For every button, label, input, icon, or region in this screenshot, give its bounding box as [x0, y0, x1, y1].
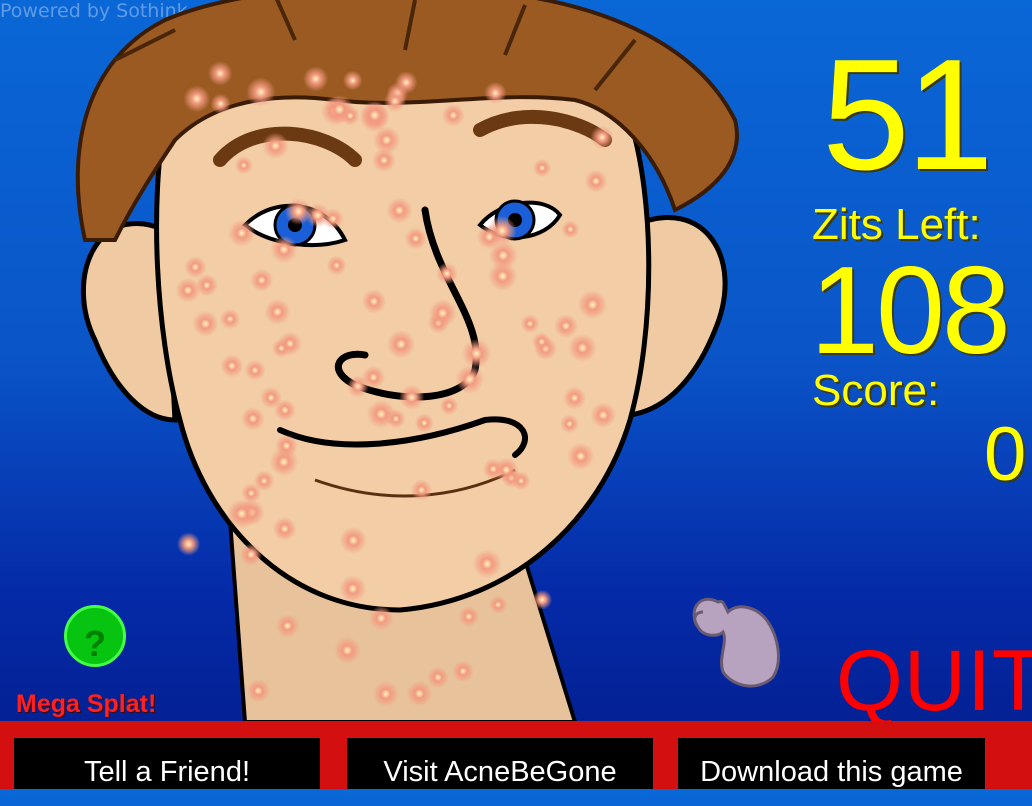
quit-button[interactable]: QUIT [836, 636, 1032, 726]
zit[interactable] [404, 227, 427, 250]
zit[interactable] [399, 384, 425, 411]
zit[interactable] [246, 679, 270, 703]
zit[interactable] [482, 458, 504, 480]
zit[interactable] [560, 414, 579, 434]
zit[interactable] [386, 197, 413, 224]
zit[interactable] [428, 299, 457, 328]
zit[interactable] [563, 386, 587, 410]
zit[interactable] [340, 105, 361, 126]
zit[interactable] [439, 396, 459, 416]
zit[interactable] [554, 314, 578, 338]
zit[interactable] [270, 235, 298, 264]
zit[interactable] [195, 274, 218, 297]
zit[interactable] [590, 402, 617, 429]
zit[interactable] [455, 364, 485, 394]
time-remaining: 51 [822, 27, 994, 203]
zits-left-count: 108 [810, 242, 1011, 380]
tell-a-friend-button[interactable]: Tell a Friend! [14, 738, 320, 789]
zit[interactable] [271, 338, 291, 358]
zit[interactable] [532, 332, 552, 352]
zit[interactable] [262, 132, 289, 160]
zit[interactable] [269, 447, 299, 477]
zit[interactable] [253, 470, 275, 492]
zit[interactable] [250, 268, 274, 292]
zit[interactable] [333, 636, 361, 664]
zit[interactable] [246, 77, 276, 107]
zit[interactable] [484, 81, 507, 105]
zit[interactable] [339, 575, 367, 603]
zit[interactable] [414, 413, 434, 433]
zit[interactable] [567, 442, 595, 470]
zit[interactable] [275, 614, 300, 638]
zit[interactable] [342, 70, 363, 91]
hand-icon [692, 598, 780, 688]
zit[interactable] [406, 680, 433, 707]
zit[interactable] [568, 333, 597, 363]
face-illustration[interactable] [55, 0, 775, 724]
zit[interactable] [219, 308, 241, 330]
zit[interactable] [410, 479, 433, 501]
zit[interactable] [532, 589, 553, 610]
mega-splat-button[interactable]: ? [64, 605, 126, 667]
zit[interactable] [326, 255, 347, 276]
zit[interactable] [520, 314, 540, 334]
mega-splat-label: Mega Splat! [16, 690, 157, 718]
zit[interactable] [472, 549, 502, 579]
score-value: 0 [984, 412, 1027, 497]
zit[interactable] [458, 606, 480, 627]
zit[interactable] [436, 262, 458, 285]
zit[interactable] [183, 85, 211, 113]
zit[interactable] [239, 543, 263, 566]
zit[interactable] [208, 61, 233, 86]
zit[interactable] [360, 100, 390, 130]
zit[interactable] [346, 375, 369, 398]
zit[interactable] [427, 666, 449, 689]
zit[interactable] [561, 220, 580, 239]
acne-face[interactable] [55, 0, 775, 724]
zit[interactable] [368, 605, 394, 631]
zit[interactable] [210, 93, 231, 114]
zit[interactable] [489, 595, 508, 614]
zit[interactable] [244, 359, 266, 381]
zit[interactable] [339, 526, 367, 555]
zit[interactable] [386, 329, 416, 359]
visit-acnebegone-button[interactable]: Visit AcneBeGone [347, 738, 653, 789]
zit[interactable] [226, 498, 257, 529]
zit[interactable] [461, 338, 492, 369]
zit[interactable] [584, 169, 608, 193]
zit[interactable] [241, 406, 265, 431]
zit[interactable] [361, 289, 387, 314]
question-icon: ? [84, 623, 106, 664]
zit[interactable] [372, 680, 399, 707]
zit[interactable] [452, 660, 475, 683]
zit[interactable] [264, 298, 291, 325]
zit[interactable] [272, 516, 297, 541]
zit[interactable] [577, 290, 608, 320]
zit[interactable] [441, 103, 465, 127]
zit[interactable] [394, 71, 418, 94]
zit[interactable] [532, 158, 552, 178]
zit[interactable] [234, 156, 253, 175]
zit[interactable] [305, 203, 330, 228]
zit[interactable] [228, 219, 256, 247]
zit[interactable] [303, 66, 329, 92]
download-game-button[interactable]: Download this game [678, 738, 985, 789]
score-label: Score: [812, 366, 940, 415]
zit[interactable] [590, 125, 614, 149]
zit[interactable] [372, 148, 396, 173]
zit[interactable] [366, 399, 396, 429]
hand-cursor [688, 582, 782, 694]
zit[interactable] [176, 532, 201, 556]
zit[interactable] [220, 354, 244, 378]
zit[interactable] [192, 310, 219, 337]
zit[interactable] [476, 224, 502, 250]
zit[interactable] [260, 386, 282, 409]
